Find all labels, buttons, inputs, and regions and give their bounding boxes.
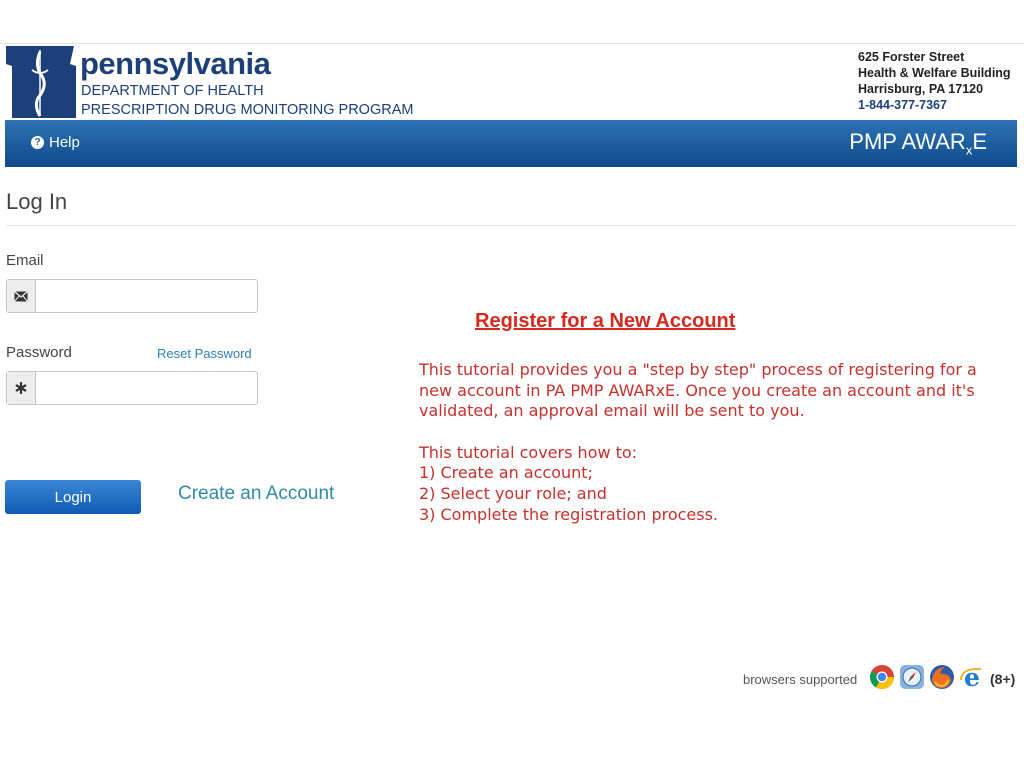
email-label: Email — [6, 252, 44, 269]
asterisk-icon — [7, 372, 36, 404]
browsers-supported-label: browsers supported — [743, 672, 858, 687]
logo-department: DEPARTMENT OF HEALTH — [81, 83, 264, 99]
ie-version-label: (8+) — [990, 671, 1016, 687]
address-street: 625 Forster Street — [858, 50, 965, 64]
logo-state-name: pennsylvania — [80, 46, 271, 81]
email-input-group — [6, 279, 258, 313]
ie-icon: e — [960, 664, 982, 690]
envelope-icon — [7, 280, 36, 312]
question-circle-icon: ? — [31, 136, 44, 149]
contact-address: 625 Forster Street Health & Welfare Buil… — [858, 49, 1011, 113]
tutorial-step-3: 3) Complete the registration process. — [419, 504, 719, 524]
tutorial-title: Register for a New Account — [475, 310, 736, 332]
firefox-icon — [930, 665, 954, 689]
tutorial-step-2: 2) Select your role; and — [419, 483, 607, 503]
tutorial-step-1: 1) Create an account; — [419, 463, 593, 483]
help-link[interactable]: ? Help — [31, 134, 80, 151]
chrome-icon — [869, 665, 894, 690]
reset-password-link[interactable]: Reset Password — [157, 346, 252, 361]
password-input-group — [6, 371, 258, 405]
address-building: Health & Welfare Building — [858, 66, 1011, 80]
tutorial-covers: This tutorial covers how to: — [419, 442, 638, 462]
logo-program: PRESCRIPTION DRUG MONITORING PROGRAM — [81, 102, 414, 118]
help-label: Help — [49, 134, 80, 151]
brand-end: E — [972, 129, 987, 154]
tutorial-body: This tutorial provides you a "step by st… — [419, 360, 1009, 525]
password-label: Password — [6, 344, 72, 361]
address-phone: 1-844-377-7367 — [858, 98, 947, 112]
create-account-link[interactable]: Create an Account — [178, 483, 334, 505]
pmp-awarxe-brand: PMP AWARxE — [849, 129, 987, 157]
top-border — [0, 43, 1024, 44]
page-title: Log In — [6, 189, 68, 214]
pennsylvania-keystone-logo — [6, 46, 76, 118]
login-button[interactable]: Login — [5, 480, 141, 514]
email-input[interactable] — [37, 280, 257, 312]
safari-icon — [900, 665, 924, 689]
brand-main: PMP AWAR — [849, 129, 966, 154]
nav-bar: ? Help PMP AWARxE — [5, 120, 1017, 167]
tutorial-intro: This tutorial provides you a "step by st… — [419, 360, 977, 421]
address-city: Harrisburg, PA 17120 — [858, 82, 984, 96]
password-input[interactable] — [37, 372, 257, 404]
svg-text:e: e — [964, 664, 980, 690]
title-divider — [6, 225, 1016, 226]
